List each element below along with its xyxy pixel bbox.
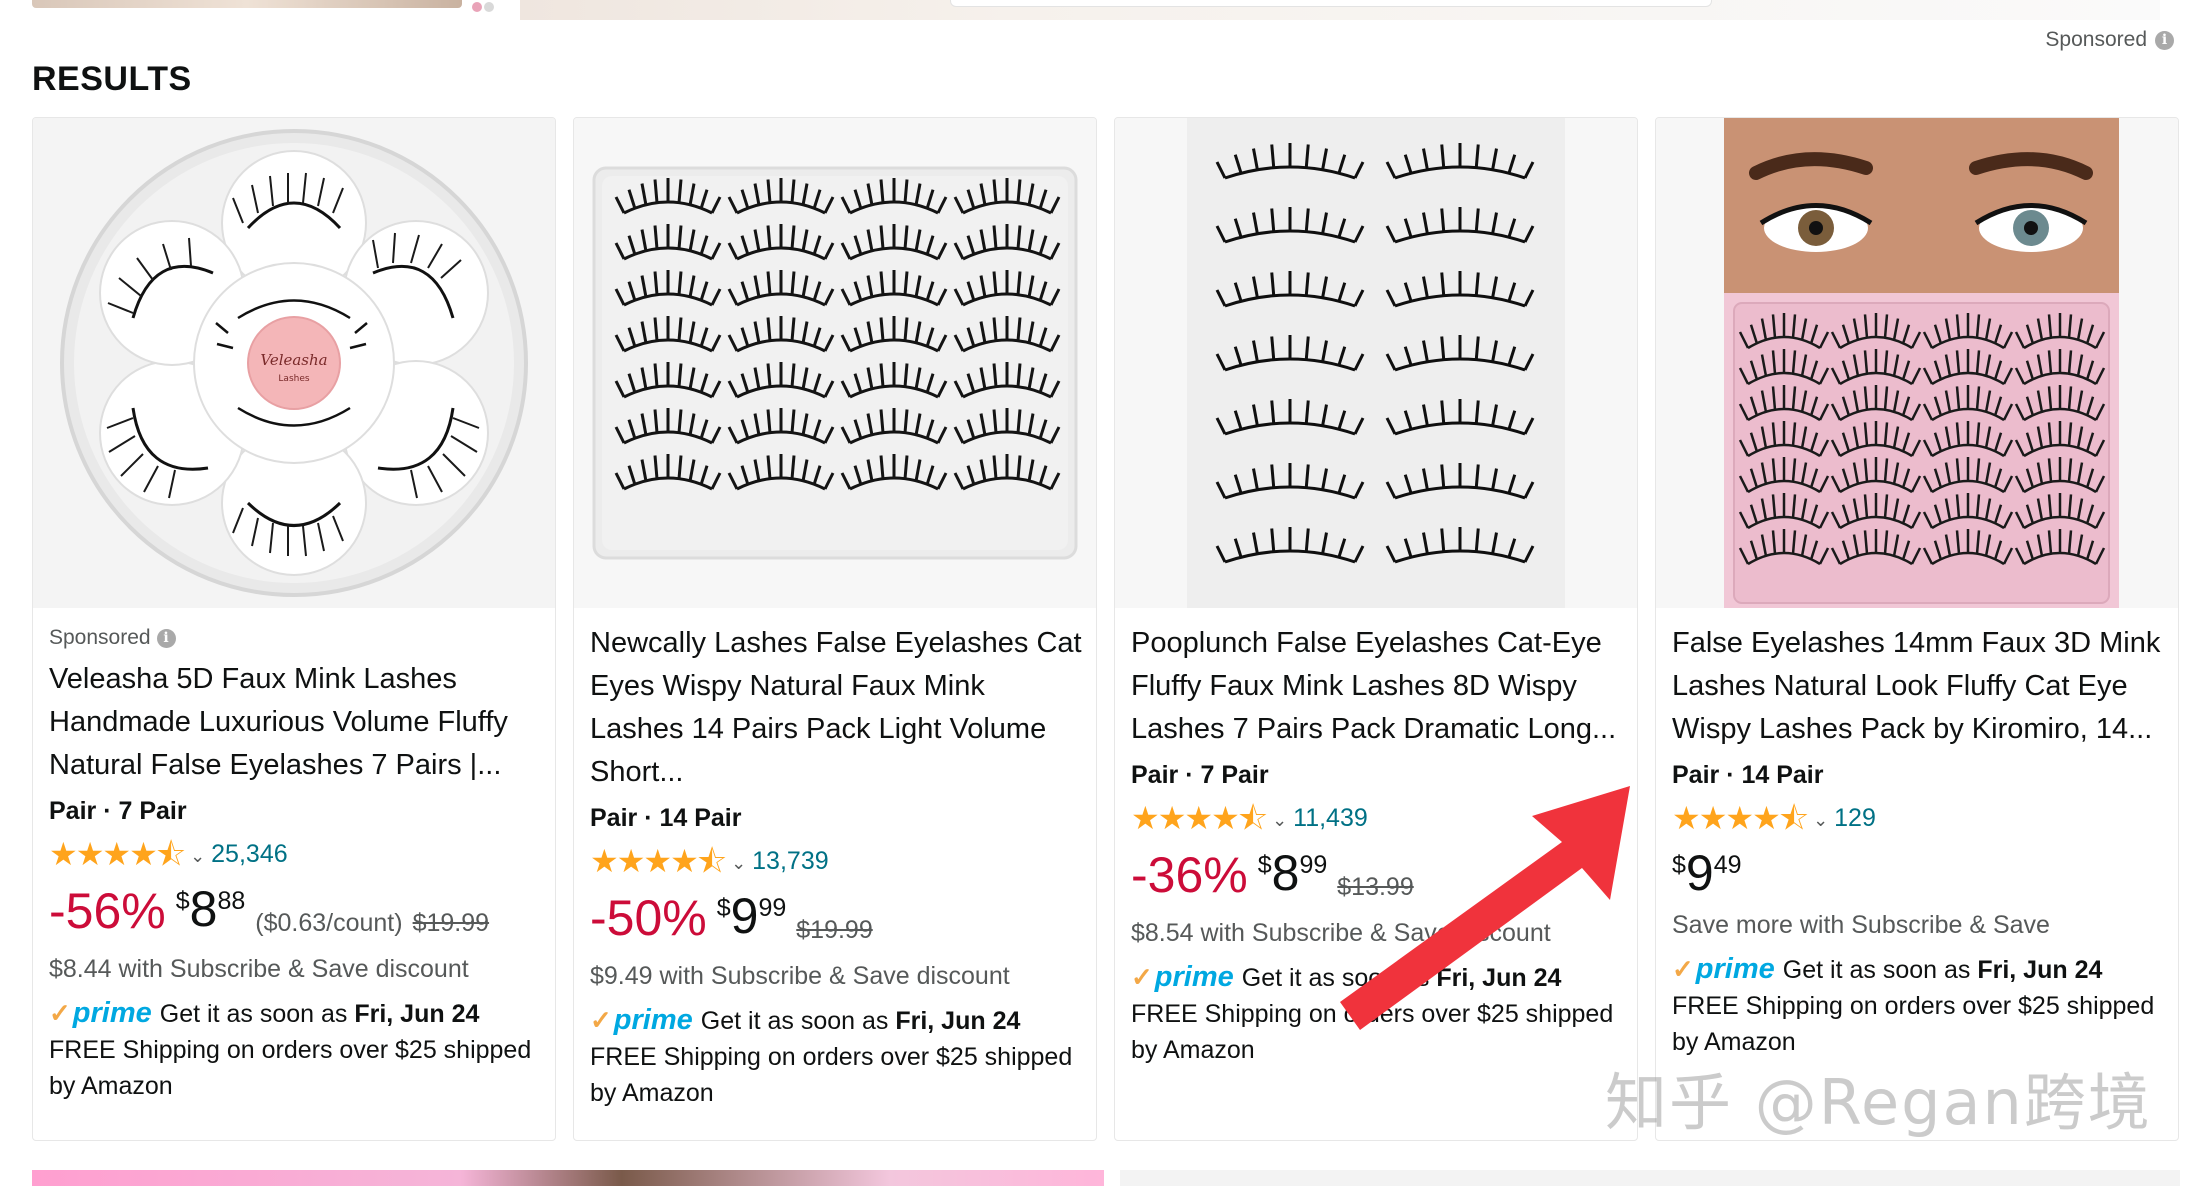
annotation-arrow-icon <box>1340 786 1630 1030</box>
subscribe-save-text: Save more with Subscribe & Save <box>1672 911 2050 939</box>
rating-count-link[interactable]: 25,346 <box>211 840 287 869</box>
prime-logo-icon: ✓ prime <box>49 997 152 1029</box>
product-variant: Pair · 7 Pair <box>49 797 187 825</box>
unit-price: ($0.63/count) <box>255 909 403 937</box>
chevron-down-icon[interactable]: ⌄ <box>1272 810 1287 831</box>
results-heading: RESULTS <box>32 60 192 98</box>
product-title[interactable]: Newcally Lashes False Eyelashes Cat Eyes… <box>590 622 1084 794</box>
delivery-row: ✓ prime Get it as soon as Fri, Jun 24 <box>590 1002 1084 1039</box>
product-info: Sponsored i Veleasha 5D Faux Mink Lashes… <box>49 618 543 1104</box>
delivery-text: Get it as soon as Fri, Jun 24 <box>159 1000 480 1028</box>
top-banner-strip <box>0 0 2194 22</box>
product-info: False Eyelashes 14mm Faux 3D Mink Lashes… <box>1672 618 2166 1060</box>
list-price: $19.99 <box>412 909 490 937</box>
next-row-banner-image[interactable] <box>32 1170 1104 1186</box>
delivery-row: ✓ prime Get it as soon as Fri, Jun 24 <box>49 995 543 1032</box>
price[interactable]: $ 9 99 <box>717 890 787 942</box>
price[interactable]: $ 9 49 <box>1672 847 1742 899</box>
product-title[interactable]: Pooplunch False Eyelashes Cat-Eye Fluffy… <box>1131 622 1625 751</box>
product-info: Newcally Lashes False Eyelashes Cat Eyes… <box>590 618 1084 1111</box>
brand-logo-text: Veleasha <box>260 351 327 369</box>
top-search-bar-edge <box>950 0 1712 7</box>
product-image[interactable] <box>1115 118 1637 608</box>
star-rating-icon[interactable]: ★★★★⯪ <box>1672 802 1809 834</box>
product-image[interactable] <box>574 118 1096 608</box>
delivery-row: ✓ prime Get it as soon as Fri, Jun 24 <box>1672 951 2166 988</box>
subscribe-save-text: $9.49 with Subscribe & Save discount <box>590 962 1010 990</box>
shipping-text: FREE Shipping on orders over $25 shipped… <box>590 1043 1073 1107</box>
sponsored-label[interactable]: Sponsored i <box>49 618 543 658</box>
chevron-down-icon[interactable]: ⌄ <box>731 853 746 874</box>
rating-count-link[interactable]: 129 <box>1834 804 1876 833</box>
list-price: $19.99 <box>796 916 873 944</box>
top-banner-image-left <box>32 0 462 8</box>
product-variant: Pair · 14 Pair <box>1672 761 1824 789</box>
rating-count-link[interactable]: 13,739 <box>752 847 828 876</box>
star-rating-icon[interactable]: ★★★★⯪ <box>49 838 186 870</box>
product-card-2[interactable]: Newcally Lashes False Eyelashes Cat Eyes… <box>573 117 1097 1141</box>
rating-row[interactable]: ★★★★⯪ ⌄ 129 <box>1672 799 2166 837</box>
info-icon[interactable]: i <box>2155 30 2174 50</box>
delivery-text: Get it as soon as Fri, Jun 24 <box>1782 956 2103 984</box>
watermark-text: 知乎 @Regan跨境 <box>1605 1066 2152 1139</box>
star-rating-icon[interactable]: ★★★★⯪ <box>590 845 727 877</box>
shipping-text: FREE Shipping on orders over $25 shipped… <box>1672 992 2155 1056</box>
delivery-text: Get it as soon as Fri, Jun 24 <box>700 1007 1021 1035</box>
price[interactable]: $ 8 99 <box>1258 847 1328 899</box>
product-title[interactable]: Veleasha 5D Faux Mink Lashes Handmade Lu… <box>49 658 543 787</box>
product-image[interactable] <box>1656 118 2178 608</box>
shipping-text: FREE Shipping on orders over $25 shipped… <box>49 1036 532 1100</box>
chevron-down-icon[interactable]: ⌄ <box>190 846 205 867</box>
prime-logo-icon: ✓ prime <box>1131 961 1234 993</box>
rating-row[interactable]: ★★★★⯪ ⌄ 25,346 <box>49 835 543 873</box>
price[interactable]: $ 8 88 <box>176 883 246 935</box>
price-row: -50% $ 9 99 $19.99 <box>590 890 1084 954</box>
star-rating-icon[interactable]: ★★★★⯪ <box>1131 802 1268 834</box>
next-row-banner-image-2[interactable] <box>1120 1170 2180 1186</box>
prime-logo-icon: ✓ prime <box>1672 953 1775 985</box>
product-card-4[interactable]: False Eyelashes 14mm Faux 3D Mink Lashes… <box>1655 117 2179 1141</box>
price-row: -56% $ 8 88 ($0.63/count) $19.99 <box>49 883 543 947</box>
product-image[interactable]: Veleasha Lashes <box>33 118 555 608</box>
prime-logo-icon: ✓ prime <box>590 1004 693 1036</box>
discount-badge: -50% <box>590 890 707 946</box>
discount-badge: -36% <box>1131 847 1248 903</box>
carousel-dots[interactable] <box>472 0 494 14</box>
brand-logo-subtext: Lashes <box>278 374 309 384</box>
rating-row[interactable]: ★★★★⯪ ⌄ 13,739 <box>590 842 1084 880</box>
sponsored-label-top[interactable]: Sponsored i <box>2045 28 2174 52</box>
info-icon[interactable]: i <box>156 628 176 648</box>
subscribe-save-text: $8.44 with Subscribe & Save discount <box>49 955 469 983</box>
discount-badge: -56% <box>49 883 166 939</box>
product-variant: Pair · 14 Pair <box>590 804 742 832</box>
product-title[interactable]: False Eyelashes 14mm Faux 3D Mink Lashes… <box>1672 622 2166 751</box>
price-row: $ 9 49 <box>1672 847 2166 903</box>
chevron-down-icon[interactable]: ⌄ <box>1813 810 1828 831</box>
product-card-1[interactable]: Veleasha Lashes Sponsored i Veleasha 5D … <box>32 117 556 1141</box>
